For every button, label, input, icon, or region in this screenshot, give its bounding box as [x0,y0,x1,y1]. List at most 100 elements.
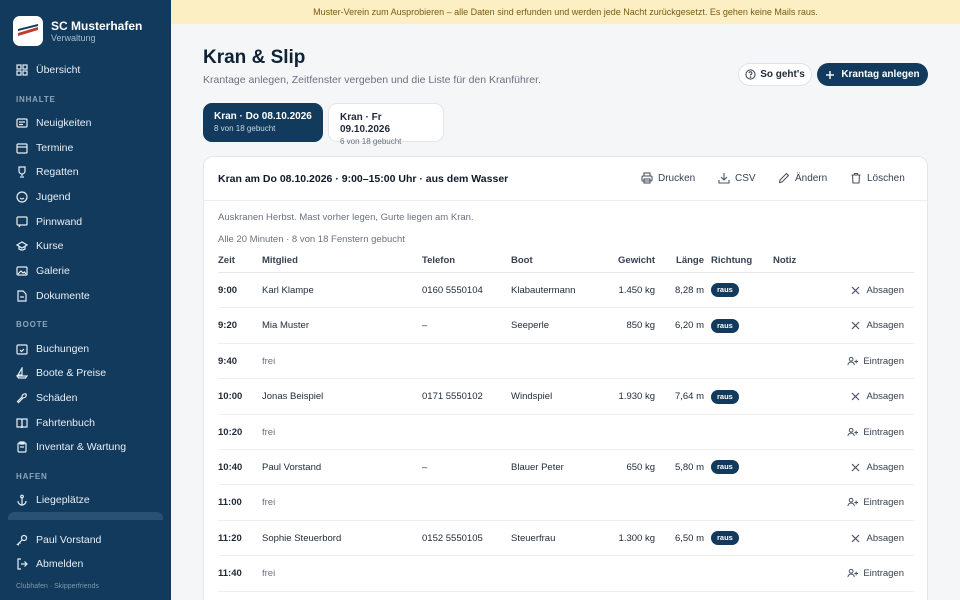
slot-action-label: Absagen [866,532,904,544]
sidebar-item-label: Liegeplätze [36,493,90,506]
trash-icon [850,172,862,184]
trophy-icon [16,166,28,179]
sidebar-item-liegeplaetze[interactable]: Liegeplätze [0,488,171,513]
sidebar-item-schaeden[interactable]: Schäden [0,386,171,411]
sidebar-item-uebersicht[interactable]: Übersicht [0,58,171,83]
sidebar-section-title: HAFEN [16,471,48,481]
slot-phone: 0152 5550105 [422,532,483,544]
direction-cell: raus [711,379,739,414]
cancel-slot-button[interactable]: Absagen [850,450,904,485]
sidebar-item-label: Übersicht [36,64,81,77]
newspaper-icon [16,117,28,129]
crane-day-card: Kran am Do 08.10.2026 · 9:00–15:00 Uhr ·… [203,156,928,600]
slot-phone: – [422,320,428,332]
column-header-note: Notiz [773,255,797,266]
slot-member: Jonas Beispiel [262,391,324,403]
dashboard-icon [16,64,28,76]
slot-weight: 650 kg [626,462,655,473]
page-subtitle: Krantage anlegen, Zeitfenster vergeben u… [203,74,541,86]
edit-button[interactable]: Ändern [778,172,827,184]
anchor-icon [16,494,28,506]
tab-crane-day-2[interactable]: Kran · Fr 09.10.2026 6 von 18 gebucht [328,103,444,146]
add-crane-day-button[interactable]: Krantag anlegen [817,63,928,86]
sidebar-item-neuigkeiten[interactable]: Neuigkeiten [0,111,171,136]
slot-weight: 1.930 kg [618,391,655,403]
sidebar-item-inventar-wartung[interactable]: Inventar & Wartung [0,435,171,460]
brand[interactable]: SC Musterhafen Verwaltung [13,16,142,46]
slot-member: frei [262,497,276,509]
slot-member: Sophie Steuerbord [262,532,342,544]
logout-link[interactable]: Abmelden [16,558,83,570]
direction-badge: raus [711,283,739,298]
sidebar-item-kurse[interactable]: Kurse [0,234,171,259]
edit-label: Ändern [795,172,828,184]
sidebar-nav: Übersicht INHALTE Neuigkeiten Termine Re… [0,58,171,512]
help-button[interactable]: So geht's [738,63,812,86]
sidebar-item-label: Termine [36,141,74,154]
sidebar-item-buchungen[interactable]: Buchungen [0,336,171,361]
sidebar-item-label: Dokumente [36,289,90,302]
slot-member: frei [262,426,276,438]
table-row: 9:40 frei Eintragen [218,344,914,380]
sidebar-item-regatten[interactable]: Regatten [0,160,171,185]
slot-phone: 0160 5550104 [422,285,483,296]
cancel-slot-button[interactable]: Absagen [850,273,904,308]
sidebar-item-galerie[interactable]: Galerie [0,259,171,284]
close-icon [850,391,861,402]
sidebar-item-label: Schäden [36,391,78,404]
tab-crane-day-1[interactable]: Kran · Do 08.10.2026 8 von 18 gebucht [203,103,323,142]
slot-time: 10:00 [218,391,243,403]
sidebar-item-pinnwand[interactable]: Pinnwand [0,209,171,234]
table-row: 11:40 frei Eintragen [218,556,914,592]
book-icon [16,417,28,429]
calendar-check-icon [16,343,28,355]
column-header-direction: Richtung [711,255,753,266]
close-icon [850,285,861,296]
sidebar-item-dokumente[interactable]: Dokumente [0,284,171,309]
book-slot-button[interactable]: Eintragen [847,556,904,591]
sidebar-section-title: BOOTE [16,320,49,330]
slot-time: 11:40 [218,568,242,580]
smiley-icon [16,191,28,203]
slot-member: frei [262,355,276,367]
sidebar-item-fahrtenbuch[interactable]: Fahrtenbuch [0,410,171,435]
delete-button[interactable]: Löschen [850,172,905,184]
image-icon [16,265,28,277]
table-row: 10:20 frei Eintragen [218,415,914,450]
sidebar-item-termine[interactable]: Termine [0,135,171,160]
sidebar-item-label: Jugend [36,191,71,204]
user-plus-icon [847,568,859,579]
logout-label: Abmelden [36,558,84,570]
slot-weight: 850 kg [626,320,655,332]
table-row: 9:00 Karl Klampe 0160 5550104 Klabautermann… [218,273,914,309]
book-slot-button[interactable]: Eintragen [847,344,904,379]
slot-phone: 0171 5550102 [422,391,483,403]
column-header-boat: Boot [511,255,533,266]
cancel-slot-button[interactable]: Absagen [850,521,904,556]
slot-time: 9:20 [218,320,238,332]
slot-action-label: Absagen [866,285,904,296]
crane-day-description: Auskranen Herbst. Mast vorher legen, Gur… [218,212,474,223]
key-icon [16,534,28,546]
book-slot-button[interactable]: Eintragen [847,415,904,450]
direction-badge: raus [711,318,739,333]
direction-badge: raus [711,460,739,475]
close-icon [850,462,861,473]
slot-boat: Klabautermann [511,285,576,296]
sidebar-item-boote-preise[interactable]: Boote & Preise [0,361,171,386]
sidebar-item-label: Galerie [36,265,70,278]
cancel-slot-button[interactable]: Absagen [850,379,904,414]
book-slot-button[interactable]: Eintragen [847,485,904,520]
sidebar-item-label: Inventar & Wartung [36,441,127,454]
sidebar-item-jugend[interactable]: Jugend [0,185,171,210]
demo-banner: Muster-Verein zum Ausprobieren – alle Da… [171,0,960,24]
print-button[interactable]: Drucken [641,172,695,184]
csv-export-button[interactable]: CSV [718,172,756,184]
slot-length: 7,64 m [674,391,704,403]
slot-time: 10:20 [218,426,243,438]
slot-phone: – [422,462,428,473]
table-row: 10:40 Paul Vorstand – Blauer Peter 650 kg 5,8… [218,450,914,486]
user-profile-link[interactable]: Paul Vorstand [16,534,101,546]
cancel-slot-button[interactable]: Absagen [850,308,904,343]
tab-title: Kran · Do 08.10.2026 [214,111,312,122]
